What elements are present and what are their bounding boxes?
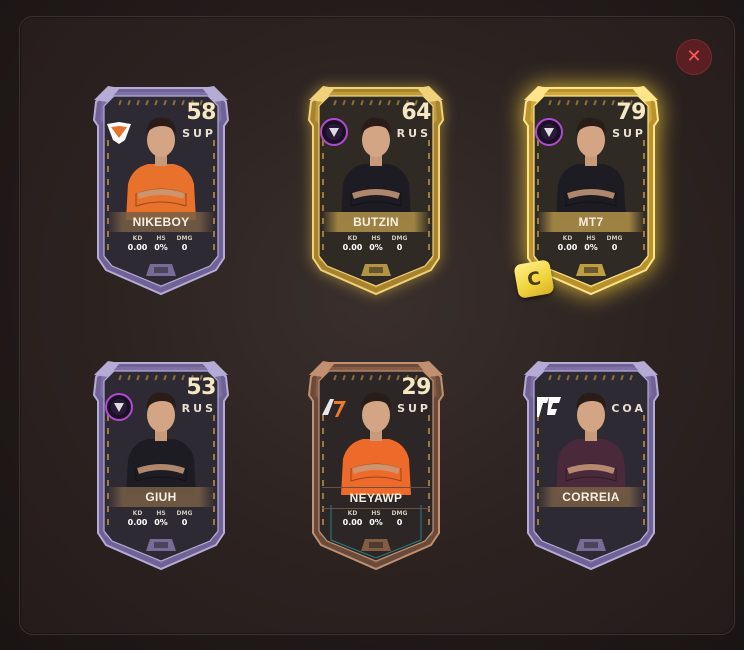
stat-kd-label: KD bbox=[347, 235, 358, 242]
card-stats: KD 0.00 HS 0% DMG 0 bbox=[556, 235, 626, 252]
stat-kd-value: 0.00 bbox=[557, 243, 578, 252]
stat-hs-label: HS bbox=[371, 510, 381, 517]
virtus-pro-logo bbox=[107, 122, 131, 144]
card-stats: KD 0.00 HS 0% DMG 0 bbox=[126, 235, 196, 252]
stat-dmg: DMG 0 bbox=[603, 235, 626, 252]
player-card-neyawp[interactable]: 29 SUP NEYAWP KD 0.00 HS 0% DMG 0 bbox=[305, 355, 447, 573]
stat-hs: HS 0% bbox=[365, 235, 388, 252]
stat-dmg-label: DMG bbox=[391, 235, 408, 242]
stat-hs-value: 0% bbox=[369, 243, 383, 252]
stat-kd: KD 0.00 bbox=[341, 235, 364, 252]
card-player-name: NIKEBOY bbox=[107, 212, 215, 232]
stat-dmg: DMG 0 bbox=[388, 510, 411, 527]
player-card-nikeboy[interactable]: 58 SUP NIKEBOY KD 0.00 HS 0% DMG 0 bbox=[90, 80, 232, 298]
stat-dmg-value: 0 bbox=[396, 243, 403, 252]
stat-dmg: DMG 0 bbox=[173, 510, 196, 527]
stat-kd-value: 0.00 bbox=[127, 243, 148, 252]
card-base-emblem-icon bbox=[361, 264, 391, 276]
tf-logo bbox=[537, 397, 561, 417]
card-player-name: MT7 bbox=[537, 212, 645, 232]
stat-hs-value: 0% bbox=[584, 243, 598, 252]
stat-dmg-label: DMG bbox=[176, 235, 193, 242]
stat-dmg: DMG 0 bbox=[173, 235, 196, 252]
a7-logo bbox=[322, 399, 346, 417]
stat-dmg-label: DMG bbox=[606, 235, 623, 242]
player-photo bbox=[556, 392, 626, 495]
card-rating: 64 bbox=[401, 100, 431, 125]
card-player-name: CORREIA bbox=[537, 487, 645, 507]
stat-hs: HS 0% bbox=[580, 235, 603, 252]
stat-kd: KD 0.00 bbox=[556, 235, 579, 252]
card-position: SUP bbox=[612, 127, 646, 140]
stat-hs: HS 0% bbox=[150, 235, 173, 252]
stat-hs: HS 0% bbox=[365, 510, 388, 527]
captain-chip-label: C bbox=[525, 267, 543, 291]
player-card-butzin[interactable]: 64 RUS BUTZIN KD 0.00 HS 0% DMG 0 bbox=[305, 80, 447, 298]
stat-dmg-label: DMG bbox=[391, 510, 408, 517]
card-base-emblem-icon bbox=[146, 539, 176, 551]
captain-chip: C bbox=[513, 259, 555, 299]
team-logo-icon bbox=[535, 118, 563, 146]
card-position: SUP bbox=[182, 127, 216, 140]
card-stats: KD 0.00 HS 0% DMG 0 bbox=[341, 510, 411, 527]
stat-hs-label: HS bbox=[371, 235, 381, 242]
stat-kd-label: KD bbox=[132, 235, 143, 242]
close-icon: ✕ bbox=[686, 46, 702, 67]
stat-kd-label: KD bbox=[132, 510, 143, 517]
stat-hs-value: 0% bbox=[369, 518, 383, 527]
card-stats: KD 0.00 HS 0% DMG 0 bbox=[341, 235, 411, 252]
card-rating: 58 bbox=[186, 100, 216, 125]
card-base-emblem-icon bbox=[576, 264, 606, 276]
stat-kd-label: KD bbox=[347, 510, 358, 517]
card-base-emblem-icon bbox=[576, 539, 606, 551]
stat-hs: HS 0% bbox=[150, 510, 173, 527]
card-rating: 53 bbox=[186, 375, 216, 400]
card-rating: 29 bbox=[401, 375, 431, 400]
card-base-emblem-icon bbox=[146, 264, 176, 276]
stat-kd: KD 0.00 bbox=[341, 510, 364, 527]
stat-dmg-value: 0 bbox=[611, 243, 618, 252]
stat-kd-label: KD bbox=[562, 235, 573, 242]
card-position: SUP bbox=[397, 402, 431, 415]
stat-dmg-value: 0 bbox=[181, 518, 188, 527]
player-card-correia[interactable]: COA CORREIA bbox=[520, 355, 662, 573]
stat-kd-value: 0.00 bbox=[342, 518, 363, 527]
team-logo-icon bbox=[105, 393, 133, 421]
stat-hs-value: 0% bbox=[154, 518, 168, 527]
card-position: RUS bbox=[181, 402, 216, 415]
stat-hs-label: HS bbox=[586, 235, 596, 242]
stat-kd: KD 0.00 bbox=[126, 510, 149, 527]
card-player-name: NEYAWP bbox=[322, 487, 430, 509]
stat-hs-label: HS bbox=[156, 235, 166, 242]
stat-dmg-label: DMG bbox=[176, 510, 193, 517]
card-position: RUS bbox=[396, 127, 431, 140]
stat-hs-label: HS bbox=[156, 510, 166, 517]
card-player-name: GIUH bbox=[107, 487, 215, 507]
stat-kd-value: 0.00 bbox=[342, 243, 363, 252]
close-button[interactable]: ✕ bbox=[676, 39, 712, 75]
stat-dmg-value: 0 bbox=[396, 518, 403, 527]
team-logo-icon bbox=[320, 118, 348, 146]
card-base-emblem-icon bbox=[361, 539, 391, 551]
stat-hs-value: 0% bbox=[154, 243, 168, 252]
card-position: COA bbox=[611, 402, 646, 415]
stat-kd: KD 0.00 bbox=[126, 235, 149, 252]
player-card-giuh[interactable]: 53 RUS GIUH KD 0.00 HS 0% DMG 0 bbox=[90, 355, 232, 573]
stat-dmg: DMG 0 bbox=[388, 235, 411, 252]
stat-kd-value: 0.00 bbox=[127, 518, 148, 527]
card-rating: 79 bbox=[616, 100, 646, 125]
stat-dmg-value: 0 bbox=[181, 243, 188, 252]
card-stats: KD 0.00 HS 0% DMG 0 bbox=[126, 510, 196, 527]
card-player-name: BUTZIN bbox=[322, 212, 430, 232]
